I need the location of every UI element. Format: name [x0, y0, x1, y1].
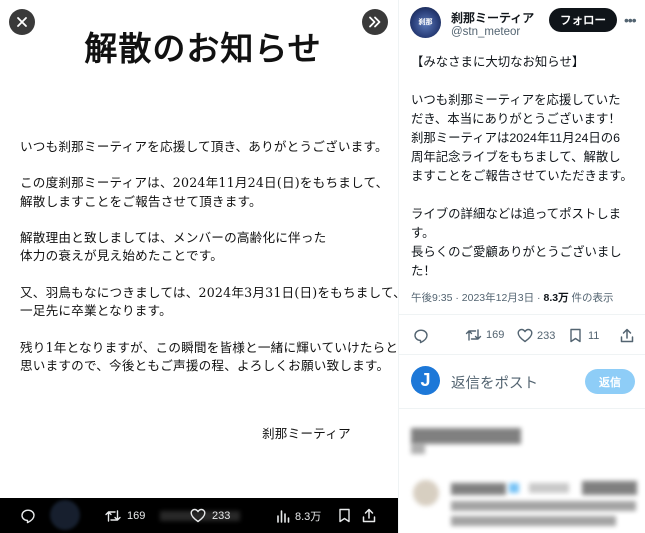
blurred-handle — [529, 483, 569, 493]
image-viewer: 解散のお知らせ いつも刹那ミーティアを応援して頂き、ありがとうございます。 この… — [0, 0, 398, 533]
follow-button[interactable]: フォロー — [549, 8, 617, 32]
share-icon — [620, 328, 634, 343]
avatar-logo-text: 刹那 — [418, 19, 433, 26]
reply-input[interactable]: 返信をポスト — [451, 372, 538, 393]
blurred-avatar — [50, 500, 80, 530]
reply-icon — [414, 329, 428, 344]
viewer-reply-button[interactable] — [20, 498, 36, 533]
tweet-text-line: 長らくのご愛顧ありがとうございまし — [411, 245, 622, 259]
user-handle[interactable]: @stn_meteor — [451, 26, 520, 38]
tweet-text-line: いつも刹那ミーティアを応援していた — [411, 93, 621, 107]
retweet-count: 169 — [486, 329, 505, 341]
expand-button[interactable] — [362, 9, 388, 35]
views-chart-icon — [277, 509, 290, 523]
tweet-text-line: ますことをご報告させていただきます。 — [411, 169, 633, 183]
document-line: 一足先に卒業となります。 — [20, 303, 172, 318]
share-button[interactable] — [620, 328, 634, 343]
blurred-button — [582, 481, 637, 495]
tweet-text-line: 周年記念ライブをもちまして、解散し — [411, 150, 621, 164]
retweet-icon — [465, 329, 482, 341]
close-icon — [17, 17, 27, 27]
document-line: 体力の衰えが見え始めたことです。 — [20, 248, 224, 263]
display-name[interactable]: 刹那ミーティア — [451, 9, 534, 26]
divider — [399, 354, 645, 355]
share-icon — [362, 508, 376, 523]
document-line: 残り1年となりますが、この瞬間を皆様と一緒に輝いていけたらと — [20, 340, 398, 355]
timestamp-text: 午後9:35 · 2023年12月3日 · — [411, 292, 544, 304]
viewer-action-bar: 169 233 8.3万 — [0, 498, 398, 533]
tweet-text-line: だき、本当にありがとうございます！ — [411, 112, 621, 126]
divider — [399, 314, 645, 315]
tweet-panel: 刹那 刹那ミーティア @stn_meteor フォロー ••• 【みなさまに大切… — [398, 0, 645, 533]
viewer-share-button[interactable] — [362, 498, 376, 533]
blurred-name — [451, 483, 506, 495]
bookmark-button[interactable]: 11 — [569, 328, 599, 343]
viewer-like-button[interactable]: 233 — [190, 498, 230, 533]
document-line: いつも刹那ミーティアを応援して頂き、ありがとうございます。 — [20, 139, 388, 154]
viewer-views-button[interactable]: 8.3万 — [276, 498, 321, 533]
divider — [399, 408, 645, 409]
blurred-bio-line — [451, 516, 616, 526]
document-line: 思いますので、今後ともご声援の程、よろしくお願い致します。 — [20, 358, 390, 373]
document-line: この度刹那ミーティアは、2024年11月24日(日)をもちまして、 — [20, 175, 389, 190]
document-signature: 刹那ミーティア — [262, 426, 351, 441]
document-line: 又、羽鳥もなにつきましては、2024年3月31日(日)をもちまして、 — [20, 285, 398, 300]
like-button[interactable]: 233 — [517, 328, 555, 343]
reply-button[interactable] — [413, 328, 429, 344]
heart-icon — [190, 508, 206, 523]
viewer-like-count: 233 — [212, 509, 231, 522]
more-icon[interactable]: ••• — [624, 12, 637, 28]
tweet-timestamp[interactable]: 午後9:35 · 2023年12月3日 · 8.3万 件の表示 — [411, 290, 614, 305]
viewer-bookmark-button[interactable] — [338, 498, 351, 533]
blurred-heading-fragment — [411, 444, 425, 454]
views-count: 8.3万 — [543, 292, 569, 304]
document-line: 解散理由と致しましては、メンバーの高齢化に伴った — [20, 230, 327, 245]
double-chevron-right-icon — [369, 16, 381, 28]
viewer-views-count: 8.3万 — [295, 510, 322, 523]
viewer-retweet-button[interactable]: 169 — [105, 498, 145, 533]
views-label: 件の表示 — [568, 292, 614, 304]
blurred-bio-line — [451, 501, 636, 511]
blurred-section-heading — [411, 428, 521, 444]
retweet-button[interactable]: 169 — [465, 328, 504, 342]
document-line: 解散しますことをご報告させて頂きます。 — [20, 194, 262, 209]
tweet-text-line: ライブの詳細などは追ってポストしま — [411, 207, 622, 221]
blurred-avatar — [413, 480, 439, 506]
like-count: 233 — [537, 329, 556, 342]
document-title: 解散のお知らせ — [84, 29, 322, 68]
close-button[interactable] — [9, 9, 35, 35]
reply-icon — [21, 509, 35, 523]
avatar[interactable]: 刹那 — [410, 7, 441, 38]
reply-submit-button[interactable]: 返信 — [585, 369, 635, 394]
viewer-retweet-count: 169 — [127, 509, 146, 522]
tweet-text-line: 刹那ミーティアは2024年11月24日の6 — [411, 131, 621, 145]
retweet-icon — [105, 509, 121, 522]
tweet-text-line: 【みなさまに大切なお知らせ】 — [411, 55, 585, 69]
blurred-badge — [509, 483, 519, 493]
bookmark-icon — [570, 328, 581, 343]
bookmark-icon — [339, 508, 350, 523]
tweet-text-line: す。 — [411, 226, 435, 240]
heart-icon — [517, 328, 533, 343]
tweet-text-line: た！ — [411, 264, 436, 278]
current-user-avatar: J — [411, 366, 440, 395]
bookmark-count: 11 — [588, 329, 600, 342]
